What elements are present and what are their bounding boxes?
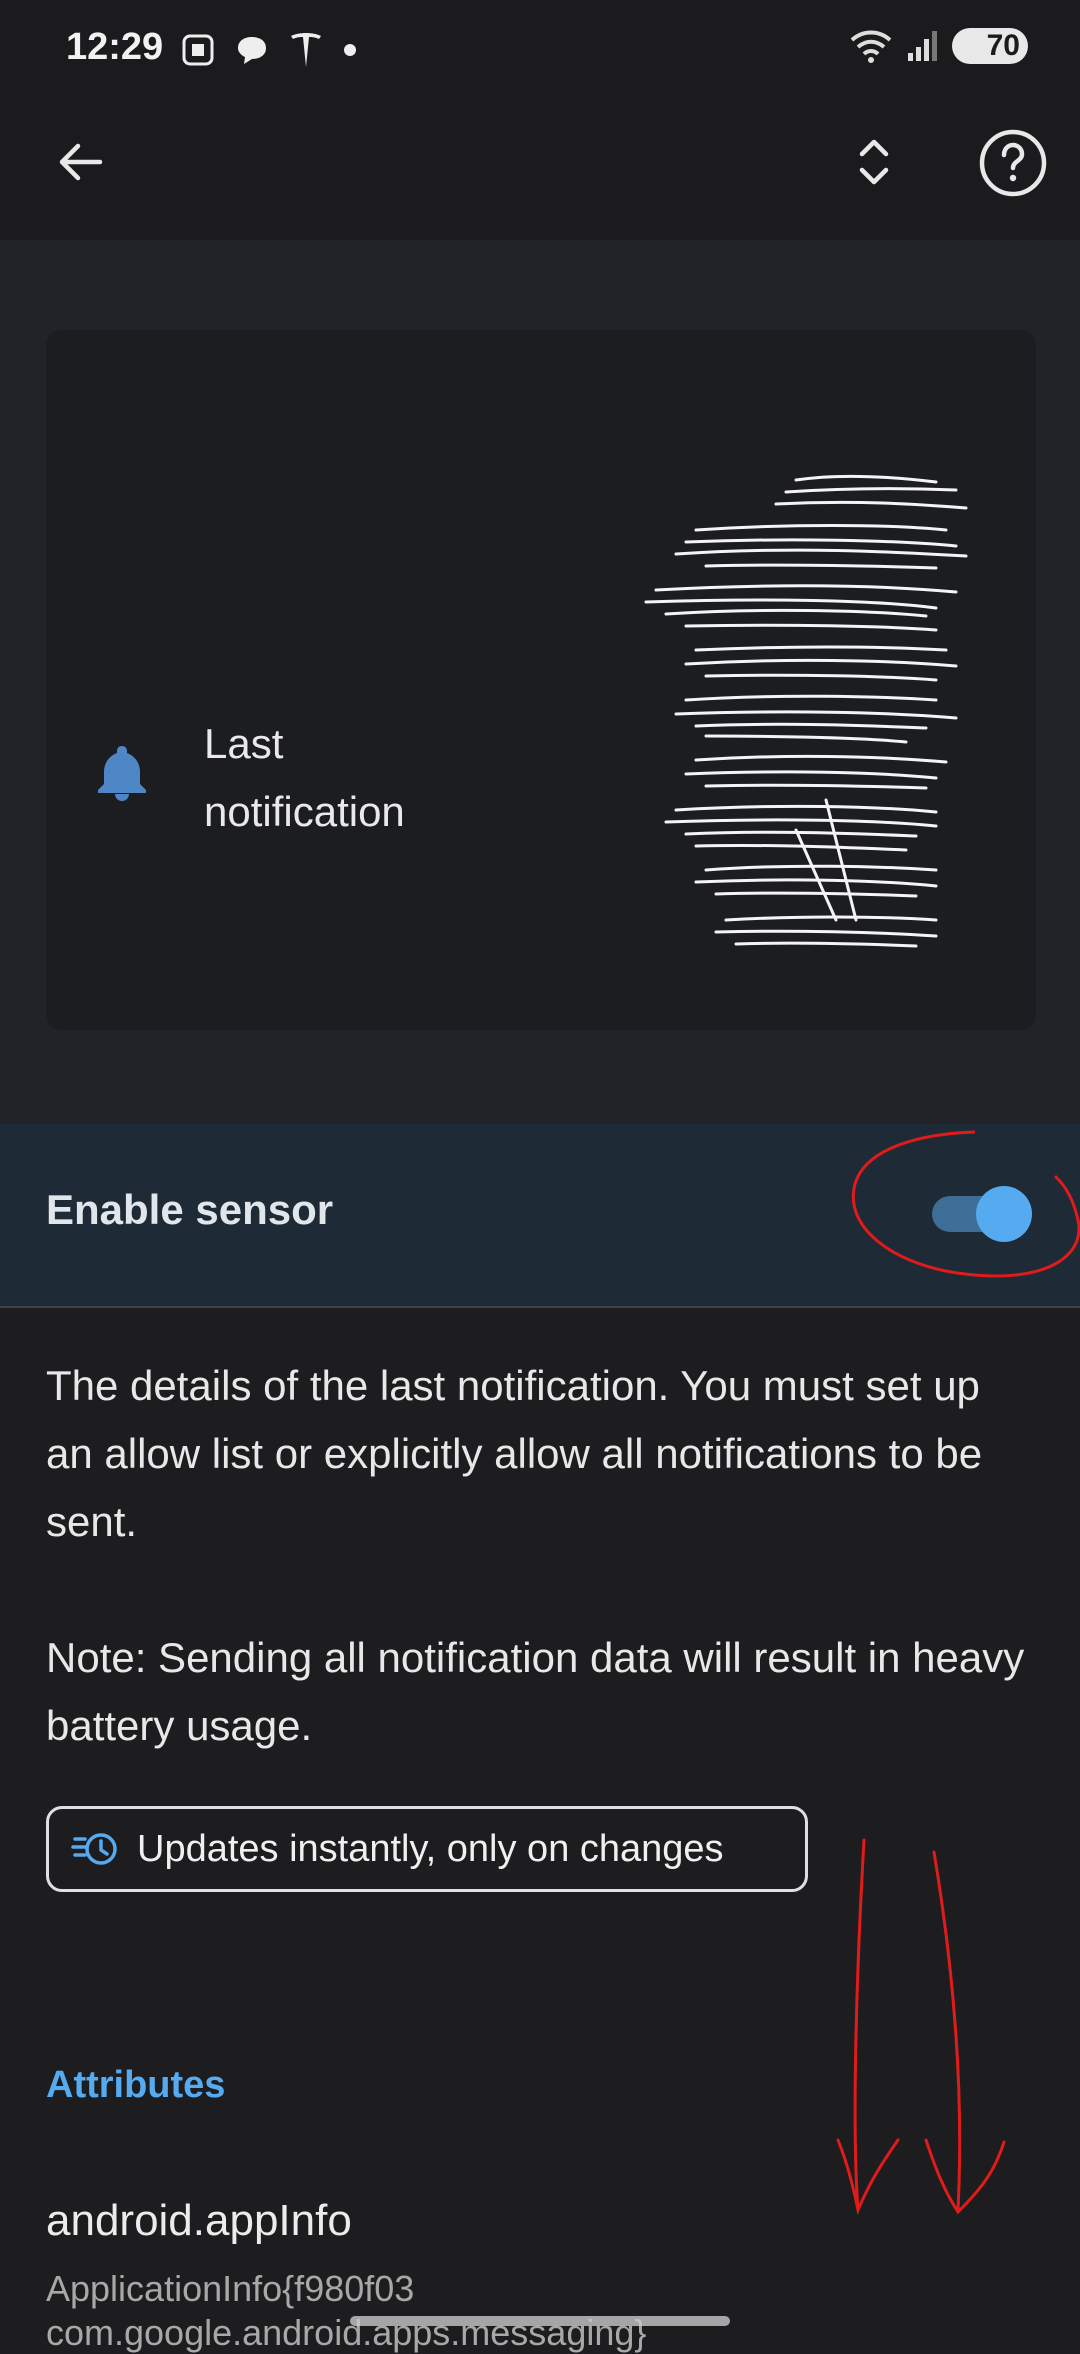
enable-sensor-row[interactable]: Enable sensor [0, 1124, 1080, 1308]
chat-icon [238, 37, 266, 64]
annotation-arrow-right [924, 1850, 1006, 2215]
enable-sensor-toggle[interactable] [932, 1186, 1032, 1242]
attributes-heading: Attributes [46, 2064, 226, 2106]
help-circle-icon [979, 129, 1047, 197]
battery-indicator: 70 [952, 28, 1028, 64]
back-button[interactable] [44, 126, 116, 198]
dot-icon [344, 44, 356, 56]
update-type-chip[interactable]: Updates instantly, only on changes [46, 1806, 808, 1892]
gesture-nav-handle[interactable] [350, 2316, 730, 2326]
signal-icon [908, 31, 937, 61]
sensor-card: Last notification [46, 330, 1036, 1030]
enable-sensor-label: Enable sensor [46, 1186, 334, 1233]
arrow-left-icon [59, 143, 103, 181]
status-icons-left [180, 30, 358, 70]
status-bar: 12:29 70 [0, 0, 1080, 100]
sensor-description: The details of the last notification. Yo… [46, 1352, 1036, 1760]
sensor-header: Last notification [0, 240, 1080, 1124]
bell-icon [98, 746, 146, 801]
redacted-state [644, 474, 968, 948]
description-note: Note: Sending all notification data will… [46, 1634, 1025, 1749]
attribute-value: ApplicationInfo{f980f03 [46, 2268, 415, 2309]
help-button[interactable] [976, 126, 1050, 200]
sensor-title: Last notification [204, 720, 405, 835]
toggle-thumb [976, 1186, 1032, 1242]
description-paragraph: The details of the last notification. Yo… [46, 1362, 983, 1545]
wifi-icon [850, 30, 892, 63]
annotation-arrow-left [836, 1838, 900, 2216]
update-history-icon [71, 1833, 117, 1865]
tesla-icon [291, 33, 321, 67]
status-icons-right: 70 [848, 28, 1028, 64]
screenshot-icon [182, 34, 214, 66]
unfold-icon [859, 139, 889, 185]
update-type-label: Updates instantly, only on changes [137, 1827, 724, 1870]
app-bar [0, 100, 1080, 240]
expand-button[interactable] [838, 126, 910, 198]
status-time: 12:29 [66, 26, 164, 68]
attribute-name: android.appInfo [46, 2196, 352, 2245]
